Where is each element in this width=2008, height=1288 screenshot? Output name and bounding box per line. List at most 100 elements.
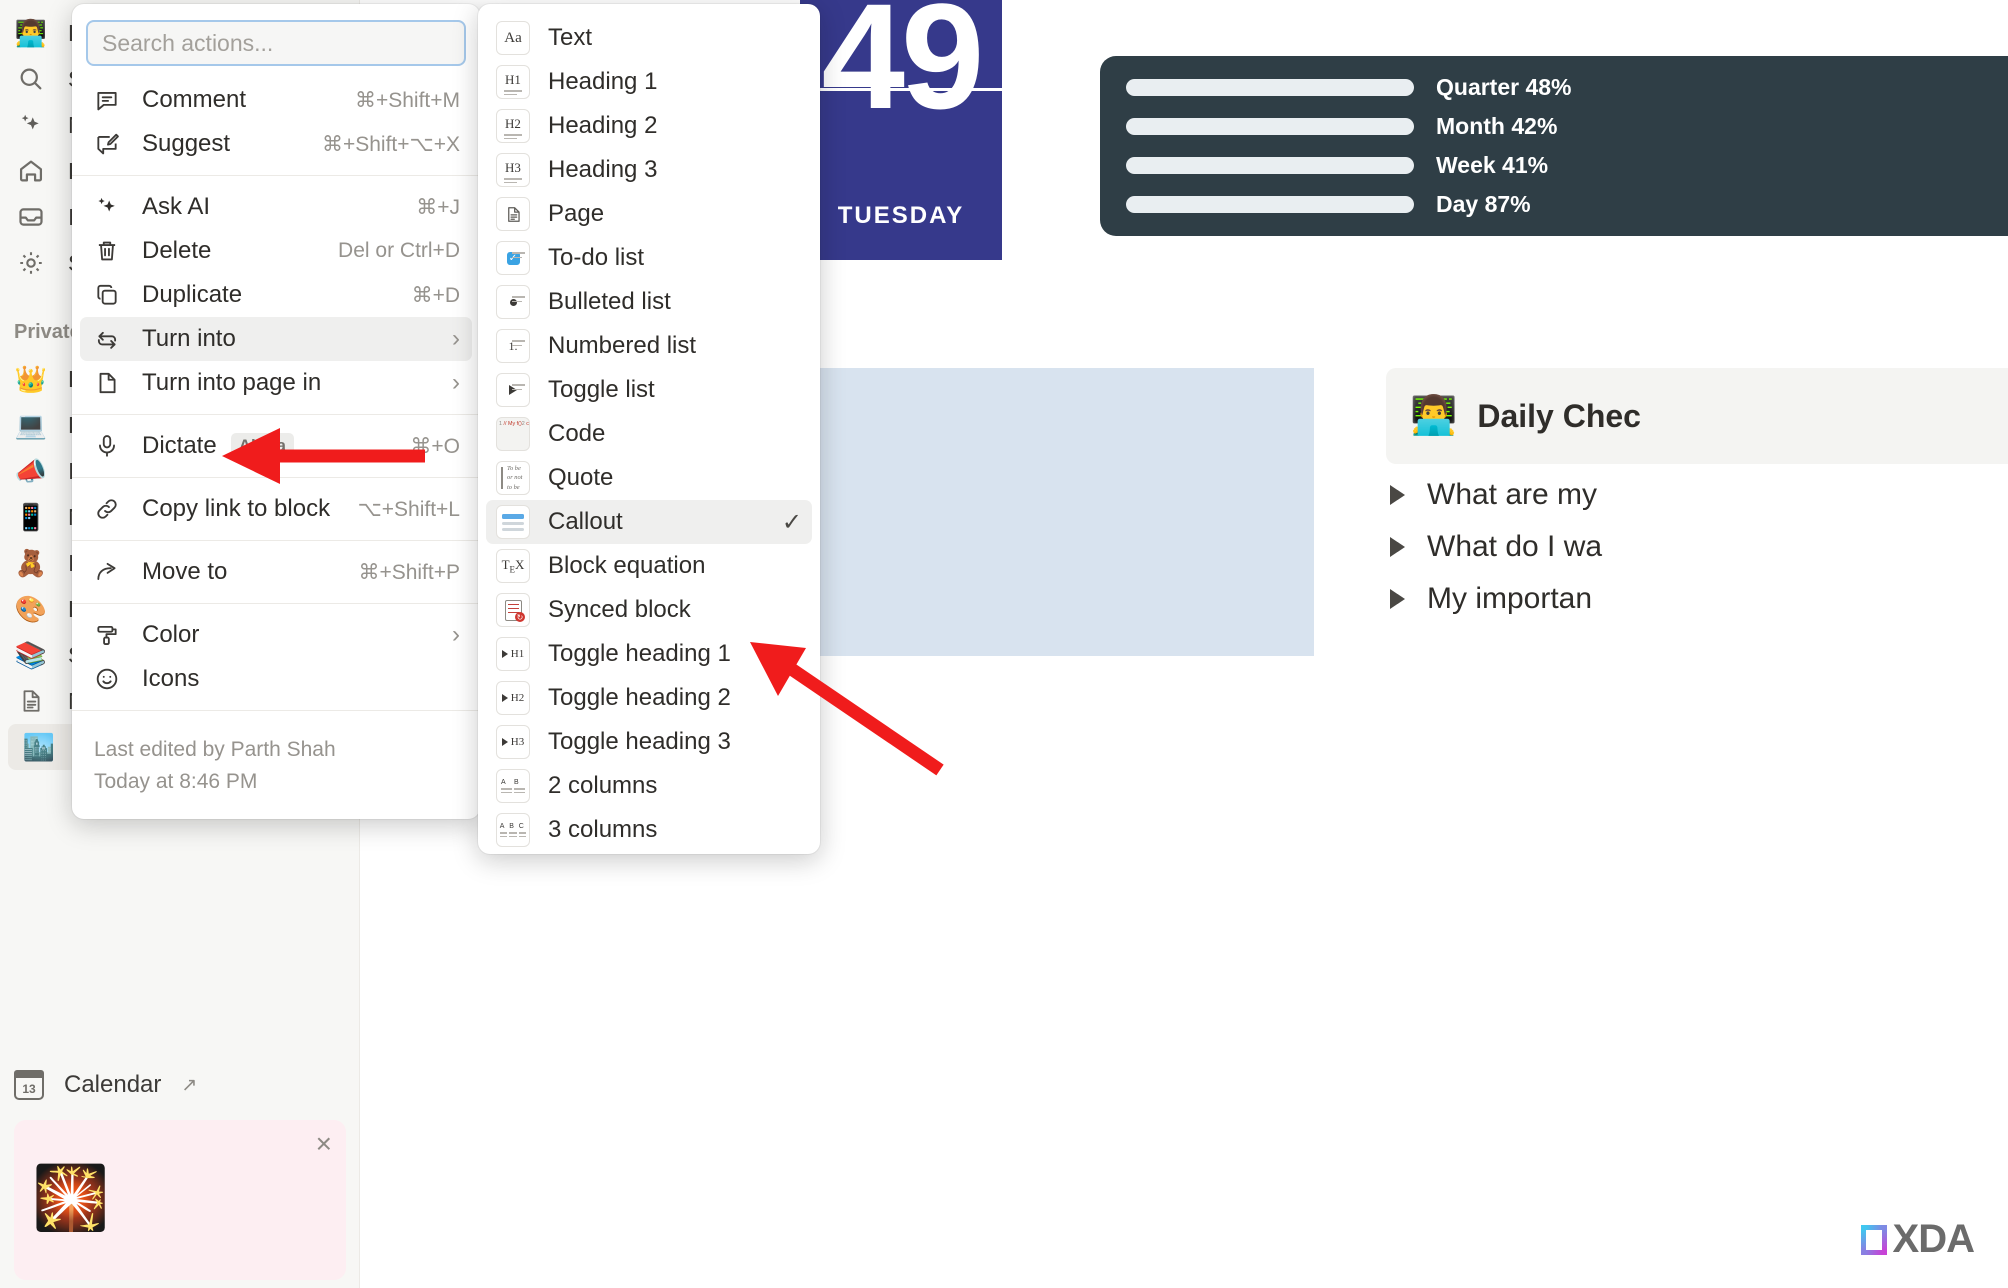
submenu-item-3-columns[interactable]: ABC 3 columns: [486, 808, 812, 852]
artist-palette-emoji-icon: 🎨: [14, 594, 48, 624]
daily-check-card[interactable]: 👨‍💻 Daily Chec: [1386, 368, 2008, 464]
submenu-item-label: Callout: [548, 508, 623, 535]
todo-list-icon: ✓: [496, 241, 530, 275]
inbox-icon: [14, 200, 48, 234]
toggle-item-3[interactable]: My importan: [1390, 582, 1592, 616]
menu-item-label: Turn into: [142, 325, 236, 352]
calendar-weekday: TUESDAY: [837, 202, 965, 229]
toggle-label: My importan: [1427, 582, 1593, 615]
menu-item-dictate[interactable]: Dictate Alpha ⌘+O: [80, 424, 472, 468]
submenu-item-toggle-list[interactable]: Toggle list: [486, 368, 812, 412]
menu-item-copy-link-to-block[interactable]: Copy link to block ⌥+Shift+L: [80, 487, 472, 531]
menu-item-icons[interactable]: Icons: [80, 657, 472, 701]
menu-item-label: Icons: [142, 665, 200, 692]
code-icon: 1 // My f()2 const a3 var b =4 b += "or: [496, 417, 530, 451]
toggle-heading-2-icon: H2: [496, 681, 530, 715]
sparkle-ai-icon: [92, 194, 122, 220]
triangle-right-icon[interactable]: [1390, 537, 1405, 557]
toggle-item-1[interactable]: What are my: [1390, 478, 1597, 512]
triangle-right-icon[interactable]: [1390, 589, 1405, 609]
sidebar-item-calendar[interactable]: 13 Calendar ↗: [0, 1060, 360, 1110]
submenu-item-quote[interactable]: To be or not to be Quote: [486, 456, 812, 500]
status-badge: Alpha: [230, 433, 294, 459]
document-icon: [14, 684, 48, 718]
heading-1-icon: H1: [496, 65, 530, 99]
triangle-right-icon[interactable]: [1390, 485, 1405, 505]
progress-track: [1126, 117, 1414, 135]
suggest-icon: [92, 131, 122, 157]
three-columns-icon: ABC: [496, 813, 530, 847]
gear-icon: [14, 246, 48, 280]
menu-item-move-to[interactable]: Move to ⌘+Shift+P: [80, 550, 472, 594]
avatar-emoji-icon: 👨‍💻: [1410, 395, 1458, 437]
text-aa-icon: Aa: [496, 21, 530, 55]
last-edited-timestamp: Today at 8:46 PM: [94, 769, 258, 793]
menu-item-turn-into-page-in[interactable]: Turn into page in ›: [80, 361, 472, 405]
menu-item-comment[interactable]: Comment ⌘+Shift+M: [80, 78, 472, 122]
close-icon[interactable]: ×: [316, 1130, 332, 1158]
progress-row-quarter: Quarter 48%: [1126, 74, 2008, 100]
submenu-item-block-equation[interactable]: TEX Block equation: [486, 544, 812, 588]
menu-item-duplicate[interactable]: Duplicate ⌘+D: [80, 273, 472, 317]
submenu-item-toggle-heading-2[interactable]: H2 Toggle heading 2: [486, 676, 812, 720]
menu-item-suggest[interactable]: Suggest ⌘+Shift+⌥+X: [80, 122, 472, 166]
quote-icon: To be or not to be: [496, 461, 530, 495]
submenu-item-label: Toggle list: [548, 376, 655, 403]
cityscape-emoji-icon: 🏙️: [22, 732, 56, 762]
submenu-item-toggle-heading-1[interactable]: H1 Toggle heading 1: [486, 632, 812, 676]
toggle-heading-3-icon: H3: [496, 725, 530, 759]
search-input[interactable]: [86, 20, 466, 66]
submenu-item-label: 3 columns: [548, 816, 658, 843]
submenu-item-callout[interactable]: Callout ✓: [486, 500, 812, 544]
menu-item-label: Color: [142, 621, 200, 648]
turn-into-submenu: Aa Text H1 Heading 1 H2 Heading 2 H3 Hea…: [478, 4, 820, 854]
submenu-item-bulleted-list[interactable]: Bulleted list: [486, 280, 812, 324]
move-to-icon: [92, 559, 122, 585]
submenu-item-heading-3[interactable]: H3 Heading 3: [486, 148, 812, 192]
bulleted-list-icon: [496, 285, 530, 319]
menu-divider: [72, 175, 480, 176]
heading-2-icon: H2: [496, 109, 530, 143]
comment-icon: [92, 87, 122, 113]
menu-item-label: Ask AI: [142, 193, 211, 220]
menu-divider: [72, 603, 480, 604]
menu-item-delete[interactable]: Delete Del or Ctrl+D: [80, 229, 472, 273]
menu-item-turn-into[interactable]: Turn into ›: [80, 317, 472, 361]
menu-divider: [72, 710, 480, 711]
submenu-item-page[interactable]: Page: [486, 192, 812, 236]
submenu-item-2-columns[interactable]: AB 2 columns: [486, 764, 812, 808]
submenu-item-label: Quote: [548, 464, 614, 491]
menu-item-shortcut: ⌘+Shift+⌥+X: [321, 132, 460, 156]
callout-icon: [496, 505, 530, 539]
submenu-item-text[interactable]: Aa Text: [486, 16, 812, 60]
submenu-item-label: Heading 3: [548, 156, 658, 183]
submenu-item-todo-list[interactable]: ✓ To-do list: [486, 236, 812, 280]
calendar-week-number: 49: [821, 0, 985, 140]
submenu-item-heading-1[interactable]: H1 Heading 1: [486, 60, 812, 104]
toggle-item-2[interactable]: What do I wa: [1390, 530, 1602, 564]
crown-emoji-icon: 👑: [14, 364, 48, 394]
toggle-label: What do I wa: [1427, 530, 1603, 563]
menu-item-shortcut: ⌘+Shift+M: [354, 88, 460, 112]
calendar-day-card: 49 TUESDAY: [800, 0, 1002, 260]
menu-item-shortcut: ⌘+O: [410, 434, 460, 458]
menu-item-label: Move to: [142, 558, 228, 585]
submenu-item-toggle-heading-3[interactable]: H3 Toggle heading 3: [486, 720, 812, 764]
submenu-item-label: Heading 1: [548, 68, 658, 95]
menu-item-label: Copy link to block: [142, 495, 331, 522]
books-emoji-icon: 📚: [14, 640, 48, 670]
daily-check-title: Daily Chec: [1477, 397, 1641, 434]
promo-card[interactable]: × 🎇: [14, 1120, 346, 1280]
menu-footer: Last edited by Parth Shah Today at 8:46 …: [72, 720, 480, 797]
submenu-item-label: Toggle heading 3: [548, 728, 731, 755]
submenu-item-synced-block[interactable]: ↻ Synced block: [486, 588, 812, 632]
menu-item-ask-ai[interactable]: Ask AI ⌘+J: [80, 185, 472, 229]
progress-track: [1126, 78, 1414, 96]
menu-item-color[interactable]: Color ›: [80, 613, 472, 657]
submenu-item-numbered-list[interactable]: 1. Numbered list: [486, 324, 812, 368]
toggle-heading-1-icon: H1: [496, 637, 530, 671]
submenu-item-code[interactable]: 1 // My f()2 const a3 var b =4 b += "or …: [486, 412, 812, 456]
menu-item-label: Delete: [142, 237, 212, 264]
submenu-item-heading-2[interactable]: H2 Heading 2: [486, 104, 812, 148]
menu-item-label: Duplicate: [142, 281, 243, 308]
